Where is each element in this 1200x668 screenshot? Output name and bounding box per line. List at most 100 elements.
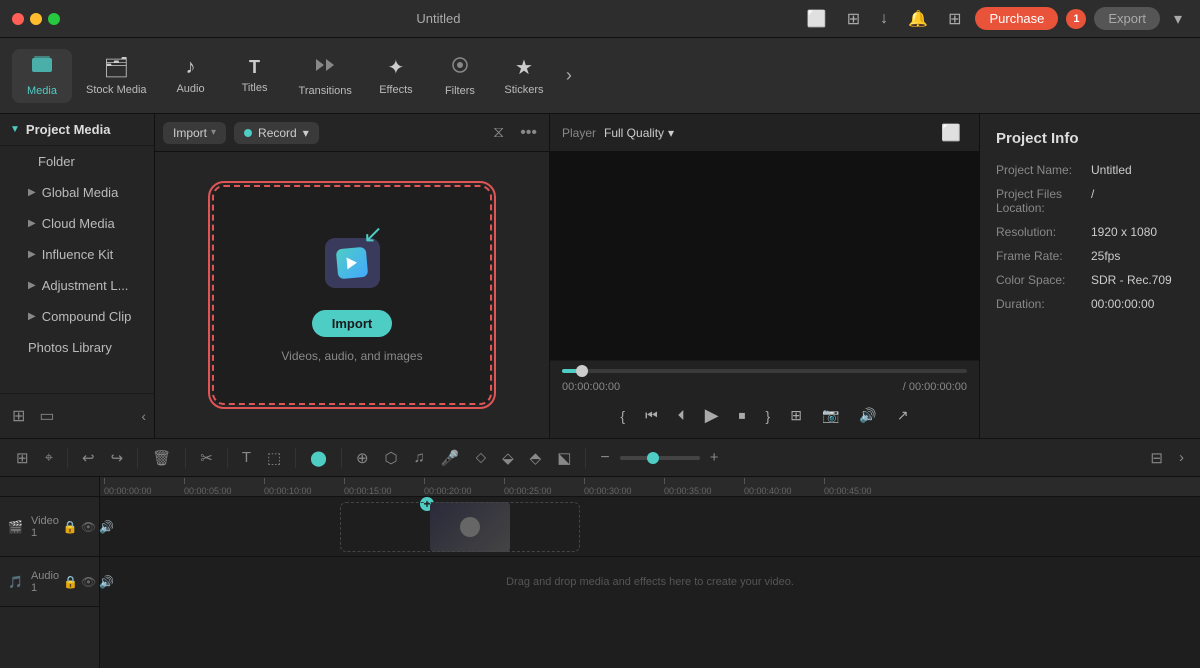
- cloud-media-label: Cloud Media: [42, 216, 115, 231]
- import-chevron-icon: ▾: [211, 127, 216, 138]
- cast-icon[interactable]: ⬜: [801, 7, 833, 31]
- toolbar-audio[interactable]: ♪ Audio: [161, 50, 221, 101]
- record-chevron-icon: ▾: [303, 126, 309, 140]
- settings-icon[interactable]: ›: [1173, 446, 1190, 469]
- mask-tool-icon[interactable]: ⬡: [379, 446, 404, 470]
- mark-out-button[interactable]: }: [762, 404, 775, 428]
- stock-media-icon: 🗂: [104, 55, 129, 80]
- apps-icon[interactable]: ⊞: [942, 7, 967, 31]
- chevron-down-icon[interactable]: ▾: [1168, 7, 1188, 31]
- titles-icon: T: [249, 57, 260, 78]
- compound-clip-item[interactable]: ▶ Compound Clip: [0, 301, 154, 332]
- timeline-add-icon[interactable]: ⊞: [10, 446, 35, 470]
- ruler-tick-4: [424, 478, 425, 484]
- ruler-tick-9: [824, 478, 825, 484]
- head-tracking-icon[interactable]: ⬤: [304, 446, 333, 470]
- filter-icon[interactable]: ⧖: [489, 120, 508, 146]
- record-button[interactable]: Record ▾: [234, 122, 319, 144]
- photos-library-item[interactable]: Photos Library: [0, 332, 154, 363]
- crop-tool-button[interactable]: ⬚: [261, 446, 287, 470]
- adjustment-label: Adjustment L...: [42, 278, 129, 293]
- add-to-timeline-icon[interactable]: ⊞: [786, 403, 806, 428]
- folder-item[interactable]: Folder: [0, 146, 154, 177]
- import-button[interactable]: Import ▾: [163, 122, 226, 144]
- project-name-value: Untitled: [1091, 163, 1132, 177]
- import-action-button[interactable]: Import: [312, 310, 392, 337]
- close-button[interactable]: [12, 13, 24, 25]
- export-button[interactable]: Export: [1094, 7, 1160, 30]
- voice-tool-icon[interactable]: 🎤: [435, 446, 466, 470]
- minimize-button[interactable]: [30, 13, 42, 25]
- volume-icon[interactable]: 🔊: [855, 403, 880, 428]
- toolbar-transitions[interactable]: Transitions: [289, 49, 362, 103]
- merge-button[interactable]: ⬘: [524, 446, 548, 470]
- voiceover-icon[interactable]: ↗: [893, 403, 913, 428]
- speed-tool-icon[interactable]: ⊕: [350, 446, 375, 470]
- maximize-button[interactable]: [48, 13, 60, 25]
- quality-selector[interactable]: Full Quality ▾: [604, 126, 674, 140]
- quality-label: Full Quality: [604, 126, 664, 140]
- toolbar-media[interactable]: Media: [12, 49, 72, 103]
- timeline-tracks-left: 🎬 Video 1 🔒 👁 🔊 🎵 Audio 1 🔒 👁 🔊: [0, 477, 100, 668]
- project-media-header[interactable]: ▼ Project Media: [0, 114, 154, 146]
- audio-lock-icon[interactable]: 🔒: [63, 575, 78, 589]
- cloud-media-item[interactable]: ▶ Cloud Media: [0, 208, 154, 239]
- play-button[interactable]: ▶: [701, 401, 723, 430]
- mark-in-button[interactable]: {: [616, 404, 629, 428]
- stop-button[interactable]: ⏹: [735, 403, 750, 428]
- toolbar-effects[interactable]: ✦ Effects: [366, 49, 426, 102]
- timeline-magnet-icon[interactable]: ⌖: [39, 446, 59, 469]
- ruler-label-2: 00:00:10:00: [264, 486, 312, 496]
- bell-icon[interactable]: 🔔: [902, 7, 934, 31]
- progress-handle[interactable]: [576, 365, 588, 377]
- trim-button[interactable]: ⬙: [496, 446, 520, 470]
- more-icon[interactable]: ›: [558, 61, 580, 90]
- ruler-tick-2: [264, 478, 265, 484]
- snapshot-icon[interactable]: 📷: [818, 403, 843, 428]
- step-back-button[interactable]: ⏴: [674, 403, 689, 428]
- zoom-in-button[interactable]: +: [704, 446, 725, 469]
- filters-label: Filters: [445, 85, 475, 97]
- right-panel: Project Info Project Name: Untitled Proj…: [980, 114, 1200, 438]
- delete-button[interactable]: 🗑: [146, 446, 177, 470]
- audio-eye-icon[interactable]: 👁: [81, 575, 96, 589]
- split-button[interactable]: ⬦: [470, 446, 493, 469]
- collapse-panel-icon[interactable]: ‹: [141, 402, 146, 430]
- adjustment-layer-item[interactable]: ▶ Adjustment L...: [0, 270, 154, 301]
- ruler-mark-3: 00:00:15:00: [344, 478, 424, 496]
- toolbar-titles[interactable]: T Titles: [225, 51, 285, 100]
- prev-frame-button[interactable]: ⏮: [641, 403, 662, 428]
- audio-tool-icon[interactable]: ♫: [408, 446, 431, 469]
- zoom-out-button[interactable]: −: [594, 446, 615, 470]
- influence-kit-item[interactable]: ▶ Influence Kit: [0, 239, 154, 270]
- video-drop-zone[interactable]: [340, 502, 580, 552]
- zoom-slider[interactable]: [620, 456, 700, 460]
- media-icon: [31, 55, 53, 81]
- lock-icon[interactable]: 🔒: [63, 520, 78, 534]
- toolbar-stock-media[interactable]: 🗂 Stock Media: [76, 49, 157, 102]
- fullscreen-icon[interactable]: ⬜: [935, 121, 967, 145]
- more-options-icon[interactable]: •••: [516, 120, 541, 146]
- undo-button[interactable]: ↩: [76, 446, 101, 470]
- grid-icon[interactable]: ⊞: [841, 7, 866, 31]
- download-icon[interactable]: ↓: [874, 8, 894, 30]
- audio-track-label-row: 🎵 Audio 1 🔒 👁 🔊: [0, 557, 99, 607]
- transitions-label: Transitions: [299, 85, 352, 97]
- grid-view-icon[interactable]: ⊟: [1144, 446, 1169, 470]
- remove-item-icon[interactable]: ▭: [35, 402, 58, 430]
- ruler-mark-8: 00:00:40:00: [744, 478, 824, 496]
- audio-track-icon: 🎵: [8, 575, 23, 589]
- import-drop-zone[interactable]: ↙ Import Videos, audio, and images: [212, 185, 492, 405]
- toolbar-stickers[interactable]: ★ Stickers: [494, 49, 554, 102]
- global-media-item[interactable]: ▶ Global Media: [0, 177, 154, 208]
- redo-button[interactable]: ↪: [105, 446, 130, 470]
- toolbar-filters[interactable]: Filters: [430, 49, 490, 103]
- text-tool-button[interactable]: T: [236, 446, 257, 469]
- add-folder-icon[interactable]: ⊞: [8, 402, 29, 430]
- audio-icon: ♪: [186, 56, 196, 79]
- purchase-button[interactable]: Purchase: [975, 7, 1058, 30]
- cut-button[interactable]: ✂: [194, 446, 219, 470]
- player-progress-bar[interactable]: [562, 369, 967, 373]
- link-button[interactable]: ⬕: [551, 446, 577, 470]
- eye-icon[interactable]: 👁: [81, 520, 96, 534]
